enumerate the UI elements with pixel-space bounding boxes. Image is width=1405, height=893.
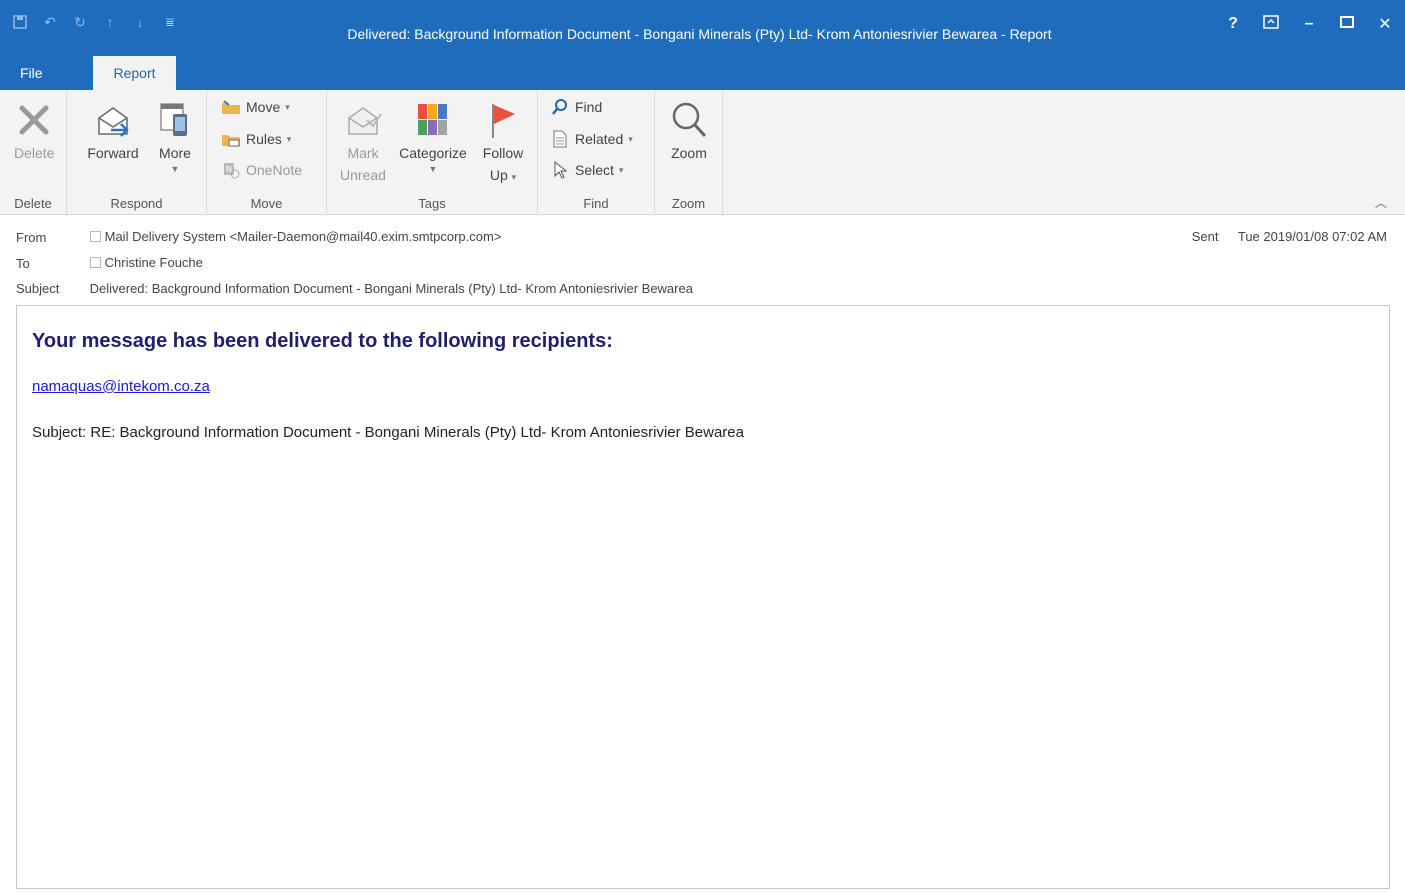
message-body[interactable]: Your message has been delivered to the f… (16, 305, 1390, 889)
follow-up-button[interactable]: Follow Up ▾ (475, 98, 531, 188)
delete-button[interactable]: Delete (14, 98, 54, 164)
related-button[interactable]: Related ▾ (550, 130, 633, 148)
ribbon-group-delete: Delete Delete (0, 90, 67, 215)
mark-unread-button[interactable]: Mark Unread (335, 98, 391, 186)
zoom-icon (669, 98, 709, 142)
chevron-down-icon: ▼ (170, 164, 180, 174)
related-document-icon (550, 130, 570, 148)
from-label: From (16, 230, 47, 245)
mark-unread-icon (343, 98, 383, 142)
sent-label: Sent (1191, 229, 1219, 244)
maximize-button[interactable] (1337, 15, 1357, 34)
close-button[interactable]: ✕ (1375, 14, 1395, 34)
flag-icon (483, 98, 523, 142)
cursor-icon (550, 161, 570, 179)
title-bar: ↶ ↻ ↑ ↓ ⩸ Delivered: Background Informat… (0, 0, 1405, 56)
ribbon-tabs: File Report (0, 56, 1405, 90)
sent-row: Sent Tue 2019/01/08 07:02 AM (1192, 229, 1387, 244)
group-label-delete: Delete (14, 196, 52, 211)
ribbon-group-tags: Mark Unread Categorize ▼ Follow Up ▾ Tags (327, 90, 538, 215)
collapse-ribbon-icon[interactable]: ︿ (1375, 194, 1387, 211)
more-respond-icon (155, 98, 195, 142)
original-subject-line: Subject: RE: Background Information Docu… (32, 424, 744, 441)
group-label-move: Move (250, 196, 283, 211)
ribbon-group-respond: Forward More ▼ Respond (67, 90, 207, 215)
subject-value: Delivered: Background Information Docume… (89, 281, 693, 296)
zoom-button[interactable]: Zoom (665, 98, 713, 164)
rules-icon (221, 130, 241, 148)
ribbon-group-find: Find Related ▾ Select ▾ Find (538, 90, 655, 215)
move-folder-icon (221, 98, 241, 116)
rules-button[interactable]: Rules ▾ (221, 130, 291, 148)
ribbon-group-zoom: Zoom Zoom (655, 90, 723, 215)
to-value[interactable]: Christine Fouche (105, 255, 203, 270)
forward-icon (93, 98, 133, 142)
delivery-heading: Your message has been delivered to the f… (32, 330, 613, 352)
group-label-zoom: Zoom (671, 196, 706, 211)
to-checkbox[interactable] (89, 257, 101, 268)
group-label-find: Find (583, 196, 609, 211)
to-label: To (16, 256, 30, 271)
recipient-link[interactable]: namaquas@intekom.co.za (32, 378, 210, 395)
subject-row: Subject Delivered: Background Informatio… (16, 281, 693, 296)
find-button[interactable]: Find (550, 98, 602, 116)
subject-label: Subject (16, 281, 60, 296)
select-button[interactable]: Select ▾ (550, 161, 623, 179)
from-checkbox[interactable] (89, 231, 101, 242)
forward-button[interactable]: Forward (81, 98, 145, 164)
ribbon-display-options-button[interactable] (1261, 14, 1281, 34)
delete-icon (14, 98, 54, 142)
chevron-down-icon: ▼ (428, 164, 438, 174)
from-value[interactable]: Mail Delivery System <Mailer-Daemon@mail… (105, 229, 502, 244)
tab-report[interactable]: Report (93, 56, 176, 90)
search-icon (550, 98, 570, 116)
help-button[interactable]: ? (1223, 15, 1243, 33)
more-respond-button[interactable]: More ▼ (153, 98, 197, 174)
ribbon-group-move: Move ▾ Rules ▾ N OneNote Move (207, 90, 327, 215)
sent-value: Tue 2019/01/08 07:02 AM (1237, 229, 1387, 244)
move-button[interactable]: Move ▾ (221, 98, 290, 116)
onenote-icon: N (221, 161, 241, 179)
minimize-button[interactable]: – (1299, 15, 1319, 33)
message-header: From Mail Delivery System <Mailer-Daemon… (0, 215, 1405, 305)
from-row: From Mail Delivery System <Mailer-Daemon… (16, 229, 501, 245)
group-label-tags: Tags (418, 196, 446, 211)
window-title: Delivered: Background Information Docume… (347, 26, 1052, 42)
categorize-button[interactable]: Categorize ▼ (395, 98, 471, 174)
to-row: To Christine Fouche (16, 255, 203, 271)
window-controls: ? – ✕ (1223, 14, 1395, 34)
categorize-icon (413, 98, 453, 142)
tab-file[interactable]: File (20, 56, 43, 90)
onenote-button[interactable]: N OneNote (221, 161, 302, 179)
ribbon: Delete Delete Forward More ▼ Respond Mov… (0, 90, 1405, 215)
group-label-respond: Respond (110, 196, 163, 211)
